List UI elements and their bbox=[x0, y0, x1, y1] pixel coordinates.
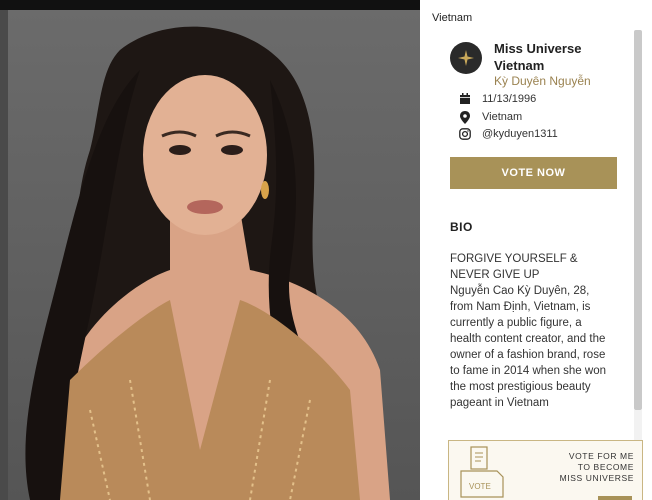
left-edge-strip bbox=[0, 10, 8, 500]
country-label: Vietnam bbox=[432, 12, 473, 24]
birthdate-text: 11/13/1996 bbox=[482, 93, 537, 105]
banner-accent-bar bbox=[598, 496, 632, 500]
calendar-icon bbox=[458, 92, 472, 106]
location-pin-icon bbox=[458, 110, 472, 124]
banner-text: VOTE FOR ME TO BECOME MISS UNIVERSE bbox=[560, 451, 634, 484]
instagram-handle[interactable]: @kyduyen1311 bbox=[482, 128, 558, 140]
profile-title: Miss Universe Vietnam bbox=[494, 41, 582, 73]
profile-panel: Vietnam Miss Universe Vietnam Kỳ Duyên N… bbox=[420, 0, 652, 500]
vote-now-button[interactable]: VOTE NOW bbox=[450, 157, 617, 189]
banner-line-2: TO BECOME bbox=[577, 462, 634, 472]
bio-text: Nguyễn Cao Kỳ Duyên, 28, from Nam Định, … bbox=[450, 285, 606, 409]
ballot-box-icon: VOTE bbox=[460, 446, 504, 498]
location-text: Vietnam bbox=[482, 111, 523, 123]
bio-headline: FORGIVE YOURSELF & NEVER GIVE UP bbox=[450, 253, 578, 281]
banner-line-3: MISS UNIVERSE bbox=[559, 473, 634, 483]
ballot-box-label: VOTE bbox=[469, 482, 491, 491]
portrait-illustration bbox=[25, 26, 390, 500]
birthdate-row: 11/13/1996 bbox=[458, 92, 536, 106]
contestant-photo bbox=[0, 10, 420, 500]
instagram-icon bbox=[458, 127, 472, 141]
top-bar bbox=[0, 0, 420, 10]
location-row: Vietnam bbox=[458, 110, 522, 124]
profile-name: Kỳ Duyên Nguyễn bbox=[494, 74, 591, 88]
banner-line-1: VOTE FOR ME bbox=[568, 451, 634, 461]
star-globe-logo-icon bbox=[450, 42, 482, 74]
bio-heading: BIO bbox=[450, 220, 473, 234]
bio-body: FORGIVE YOURSELF & NEVER GIVE UP Nguyễn … bbox=[450, 251, 610, 411]
scrollbar-thumb[interactable] bbox=[634, 30, 642, 410]
vote-banner[interactable]: VOTE VOTE FOR ME TO BECOME MISS UNIVERSE bbox=[448, 440, 643, 500]
instagram-row[interactable]: @kyduyen1311 bbox=[458, 127, 558, 141]
